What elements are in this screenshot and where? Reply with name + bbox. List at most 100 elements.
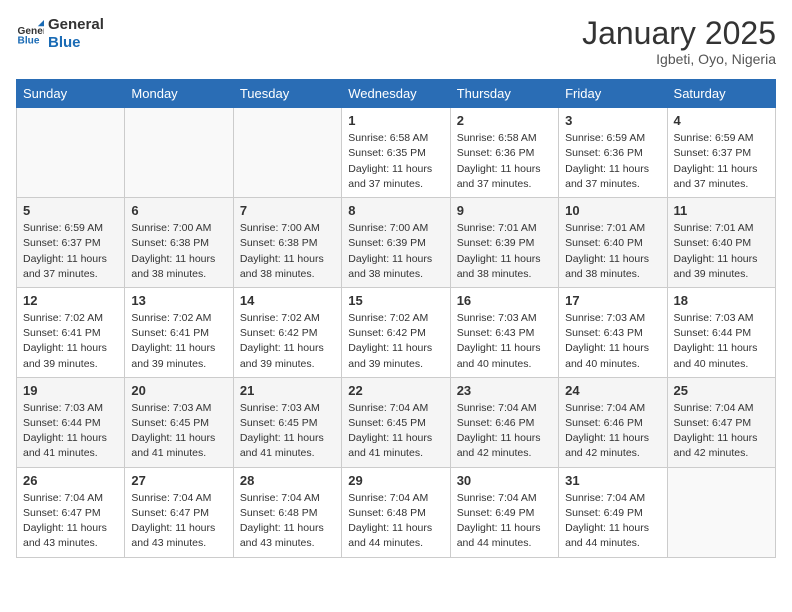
calendar-cell: 21Sunrise: 7:03 AMSunset: 6:45 PMDayligh… bbox=[233, 377, 341, 467]
day-number: 14 bbox=[240, 293, 335, 308]
day-number: 4 bbox=[674, 113, 769, 128]
day-number: 28 bbox=[240, 473, 335, 488]
calendar-week-5: 26 Sunrise: 7:04 AMSunset: 6:47 PMDayligh… bbox=[17, 467, 776, 557]
calendar-cell: 12 Sunrise: 7:02 AMSunset: 6:41 PMDayligh… bbox=[17, 287, 125, 377]
day-number: 5 bbox=[23, 203, 118, 218]
calendar-cell: 24 Sunrise: 7:04 AMSunset: 6:46 PMDayligh… bbox=[559, 377, 667, 467]
weekday-header-monday: Monday bbox=[125, 80, 233, 108]
weekday-header-row: SundayMondayTuesdayWednesdayThursdayFrid… bbox=[17, 80, 776, 108]
weekday-header-friday: Friday bbox=[559, 80, 667, 108]
day-number: 31 bbox=[565, 473, 660, 488]
day-number: 29 bbox=[348, 473, 443, 488]
calendar-cell: 14 Sunrise: 7:02 AMSunset: 6:42 PMDayligh… bbox=[233, 287, 341, 377]
day-number: 16 bbox=[457, 293, 552, 308]
day-number: 22 bbox=[348, 383, 443, 398]
day-info: Sunrise: 7:04 AMSunset: 6:48 PMDaylight:… bbox=[348, 491, 443, 552]
day-info: Sunrise: 7:03 AMSunset: 6:44 PMDaylight:… bbox=[23, 401, 118, 462]
day-info: Sunrise: 6:58 AMSunset: 6:35 PMDaylight:… bbox=[348, 131, 443, 192]
month-title: January 2025 bbox=[582, 16, 776, 51]
calendar-cell: 25Sunrise: 7:04 AMSunset: 6:47 PMDayligh… bbox=[667, 377, 775, 467]
day-info: Sunrise: 7:00 AMSunset: 6:38 PMDaylight:… bbox=[240, 221, 335, 282]
day-number: 17 bbox=[565, 293, 660, 308]
day-info: Sunrise: 6:58 AMSunset: 6:36 PMDaylight:… bbox=[457, 131, 552, 192]
calendar-cell: 6 Sunrise: 7:00 AMSunset: 6:38 PMDaylight… bbox=[125, 198, 233, 288]
day-info: Sunrise: 7:04 AMSunset: 6:47 PMDaylight:… bbox=[674, 401, 769, 462]
calendar-cell: 22 Sunrise: 7:04 AMSunset: 6:45 PMDayligh… bbox=[342, 377, 450, 467]
day-number: 15 bbox=[348, 293, 443, 308]
day-info: Sunrise: 7:00 AMSunset: 6:38 PMDaylight:… bbox=[131, 221, 226, 282]
calendar-cell bbox=[667, 467, 775, 557]
logo-line1: General bbox=[48, 16, 104, 34]
day-info: Sunrise: 6:59 AMSunset: 6:37 PMDaylight:… bbox=[674, 131, 769, 192]
logo-icon: General Blue bbox=[16, 20, 44, 48]
weekday-header-saturday: Saturday bbox=[667, 80, 775, 108]
calendar-cell: 20Sunrise: 7:03 AMSunset: 6:45 PMDayligh… bbox=[125, 377, 233, 467]
calendar-cell: 31 Sunrise: 7:04 AMSunset: 6:49 PMDayligh… bbox=[559, 467, 667, 557]
calendar-cell: 3 Sunrise: 6:59 AMSunset: 6:36 PMDaylight… bbox=[559, 108, 667, 198]
logo-line2: Blue bbox=[48, 34, 104, 52]
day-number: 9 bbox=[457, 203, 552, 218]
day-number: 19 bbox=[23, 383, 118, 398]
logo: General Blue General Blue bbox=[16, 16, 104, 52]
calendar-cell: 17 Sunrise: 7:03 AMSunset: 6:43 PMDayligh… bbox=[559, 287, 667, 377]
calendar-header: SundayMondayTuesdayWednesdayThursdayFrid… bbox=[17, 80, 776, 108]
day-info: Sunrise: 7:04 AMSunset: 6:47 PMDaylight:… bbox=[23, 491, 118, 552]
day-info: Sunrise: 6:59 AMSunset: 6:36 PMDaylight:… bbox=[565, 131, 660, 192]
calendar-cell: 19 Sunrise: 7:03 AMSunset: 6:44 PMDayligh… bbox=[17, 377, 125, 467]
day-number: 10 bbox=[565, 203, 660, 218]
calendar-week-2: 5 Sunrise: 6:59 AMSunset: 6:37 PMDaylight… bbox=[17, 198, 776, 288]
day-number: 2 bbox=[457, 113, 552, 128]
day-info: Sunrise: 7:01 AMSunset: 6:39 PMDaylight:… bbox=[457, 221, 552, 282]
day-number: 27 bbox=[131, 473, 226, 488]
day-number: 23 bbox=[457, 383, 552, 398]
calendar-cell: 9 Sunrise: 7:01 AMSunset: 6:39 PMDaylight… bbox=[450, 198, 558, 288]
day-info: Sunrise: 7:01 AMSunset: 6:40 PMDaylight:… bbox=[674, 221, 769, 282]
day-info: Sunrise: 7:04 AMSunset: 6:45 PMDaylight:… bbox=[348, 401, 443, 462]
calendar-cell: 30Sunrise: 7:04 AMSunset: 6:49 PMDayligh… bbox=[450, 467, 558, 557]
calendar-week-4: 19 Sunrise: 7:03 AMSunset: 6:44 PMDayligh… bbox=[17, 377, 776, 467]
page-header: General Blue General Blue January 2025 I… bbox=[16, 16, 776, 67]
day-info: Sunrise: 7:02 AMSunset: 6:42 PMDaylight:… bbox=[240, 311, 335, 372]
day-number: 6 bbox=[131, 203, 226, 218]
day-info: Sunrise: 7:02 AMSunset: 6:41 PMDaylight:… bbox=[23, 311, 118, 372]
day-number: 13 bbox=[131, 293, 226, 308]
day-info: Sunrise: 6:59 AMSunset: 6:37 PMDaylight:… bbox=[23, 221, 118, 282]
calendar-cell: 26 Sunrise: 7:04 AMSunset: 6:47 PMDayligh… bbox=[17, 467, 125, 557]
location: Igbeti, Oyo, Nigeria bbox=[582, 51, 776, 67]
day-number: 24 bbox=[565, 383, 660, 398]
calendar-cell: 28 Sunrise: 7:04 AMSunset: 6:48 PMDayligh… bbox=[233, 467, 341, 557]
day-info: Sunrise: 7:03 AMSunset: 6:44 PMDaylight:… bbox=[674, 311, 769, 372]
calendar-cell: 29 Sunrise: 7:04 AMSunset: 6:48 PMDayligh… bbox=[342, 467, 450, 557]
day-info: Sunrise: 7:04 AMSunset: 6:46 PMDaylight:… bbox=[457, 401, 552, 462]
calendar-cell: 7 Sunrise: 7:00 AMSunset: 6:38 PMDaylight… bbox=[233, 198, 341, 288]
weekday-header-wednesday: Wednesday bbox=[342, 80, 450, 108]
calendar-cell: 16 Sunrise: 7:03 AMSunset: 6:43 PMDayligh… bbox=[450, 287, 558, 377]
day-info: Sunrise: 7:02 AMSunset: 6:41 PMDaylight:… bbox=[131, 311, 226, 372]
day-info: Sunrise: 7:03 AMSunset: 6:43 PMDaylight:… bbox=[565, 311, 660, 372]
calendar-cell: 10 Sunrise: 7:01 AMSunset: 6:40 PMDayligh… bbox=[559, 198, 667, 288]
calendar-cell: 11Sunrise: 7:01 AMSunset: 6:40 PMDayligh… bbox=[667, 198, 775, 288]
day-info: Sunrise: 7:00 AMSunset: 6:39 PMDaylight:… bbox=[348, 221, 443, 282]
calendar-body: 1Sunrise: 6:58 AMSunset: 6:35 PMDaylight… bbox=[17, 108, 776, 557]
day-info: Sunrise: 7:01 AMSunset: 6:40 PMDaylight:… bbox=[565, 221, 660, 282]
day-number: 20 bbox=[131, 383, 226, 398]
calendar-table: SundayMondayTuesdayWednesdayThursdayFrid… bbox=[16, 79, 776, 557]
day-info: Sunrise: 7:04 AMSunset: 6:48 PMDaylight:… bbox=[240, 491, 335, 552]
weekday-header-sunday: Sunday bbox=[17, 80, 125, 108]
day-info: Sunrise: 7:04 AMSunset: 6:46 PMDaylight:… bbox=[565, 401, 660, 462]
day-info: Sunrise: 7:04 AMSunset: 6:49 PMDaylight:… bbox=[565, 491, 660, 552]
day-number: 26 bbox=[23, 473, 118, 488]
day-number: 3 bbox=[565, 113, 660, 128]
day-number: 12 bbox=[23, 293, 118, 308]
day-number: 7 bbox=[240, 203, 335, 218]
weekday-header-thursday: Thursday bbox=[450, 80, 558, 108]
calendar-cell: 18Sunrise: 7:03 AMSunset: 6:44 PMDayligh… bbox=[667, 287, 775, 377]
calendar-week-3: 12 Sunrise: 7:02 AMSunset: 6:41 PMDayligh… bbox=[17, 287, 776, 377]
weekday-header-tuesday: Tuesday bbox=[233, 80, 341, 108]
calendar-week-1: 1Sunrise: 6:58 AMSunset: 6:35 PMDaylight… bbox=[17, 108, 776, 198]
title-block: January 2025 Igbeti, Oyo, Nigeria bbox=[582, 16, 776, 67]
calendar-cell: 2 Sunrise: 6:58 AMSunset: 6:36 PMDaylight… bbox=[450, 108, 558, 198]
day-info: Sunrise: 7:03 AMSunset: 6:43 PMDaylight:… bbox=[457, 311, 552, 372]
day-info: Sunrise: 7:04 AMSunset: 6:47 PMDaylight:… bbox=[131, 491, 226, 552]
day-number: 30 bbox=[457, 473, 552, 488]
